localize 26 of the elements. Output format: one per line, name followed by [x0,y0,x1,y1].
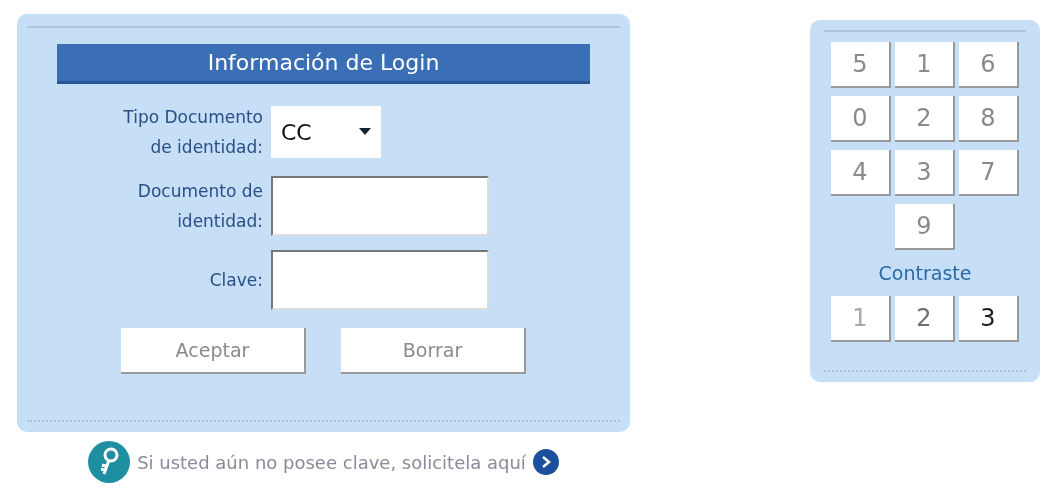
request-password-link[interactable]: Si usted aún no posee clave, solicitela aquí [137,451,526,473]
keypad-key[interactable]: 0 [831,96,891,142]
keypad-key[interactable]: 4 [831,150,891,196]
keypad-key[interactable]: 7 [959,150,1019,196]
keypad-key[interactable]: 9 [895,204,955,250]
form-button[interactable]: Borrar [341,328,526,374]
keypad-key[interactable]: 5 [831,42,891,88]
keypad-key[interactable]: 1 [895,42,955,88]
dropdown-caret-icon [359,128,371,136]
field-label: Clave: [208,269,263,292]
contrast-button[interactable]: 3 [959,296,1019,342]
field-label: Documento de identidad: [136,180,263,233]
document-number-field[interactable] [271,176,489,236]
contrast-button[interactable]: 2 [895,296,955,342]
keypad-key[interactable]: 2 [895,96,955,142]
keypad-key[interactable]: 8 [959,96,1019,142]
contrast-label: Contraste [878,262,972,284]
key-icon[interactable] [87,440,132,484]
panel-title: Información de Login [57,44,590,84]
keypad-key[interactable]: 3 [895,150,955,196]
document-type-dropdown[interactable]: CC [271,106,381,158]
form-button[interactable]: Aceptar [121,328,306,374]
keypad-key[interactable]: 6 [959,42,1019,88]
contrast-button[interactable]: 1 [831,296,891,342]
password-field[interactable] [271,250,489,310]
field-label: Tipo Documento de identidad: [122,106,263,159]
